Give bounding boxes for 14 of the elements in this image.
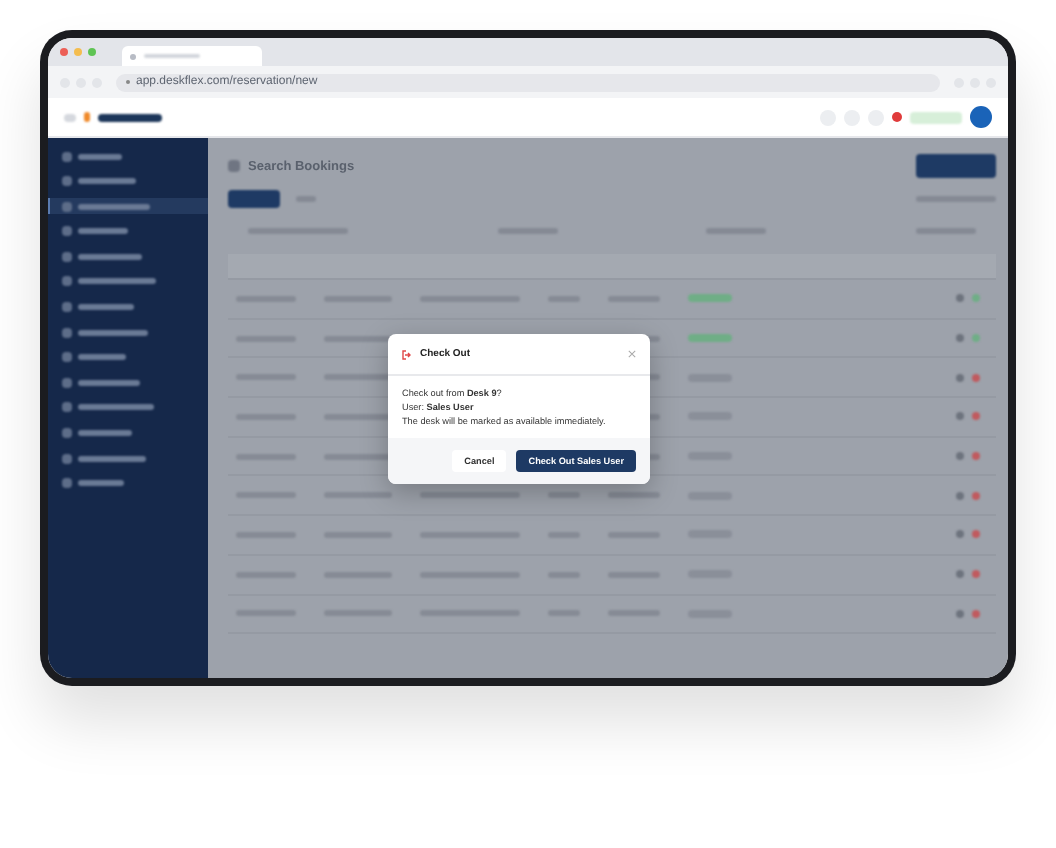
logo-wordmark bbox=[98, 113, 162, 121]
maximize-icon[interactable] bbox=[88, 48, 96, 56]
close-icon[interactable] bbox=[628, 350, 636, 358]
logout-icon bbox=[402, 349, 412, 359]
browser-tab[interactable] bbox=[122, 46, 262, 66]
alert-icon bbox=[892, 112, 902, 122]
minimize-icon[interactable] bbox=[74, 48, 82, 56]
close-icon[interactable] bbox=[60, 48, 68, 56]
avatar[interactable] bbox=[970, 106, 992, 128]
view-tab[interactable] bbox=[228, 190, 280, 208]
logo-icon bbox=[84, 112, 90, 122]
new-booking-button[interactable] bbox=[916, 154, 996, 178]
sidebar-item[interactable] bbox=[48, 198, 208, 215]
status-pill bbox=[910, 111, 962, 123]
